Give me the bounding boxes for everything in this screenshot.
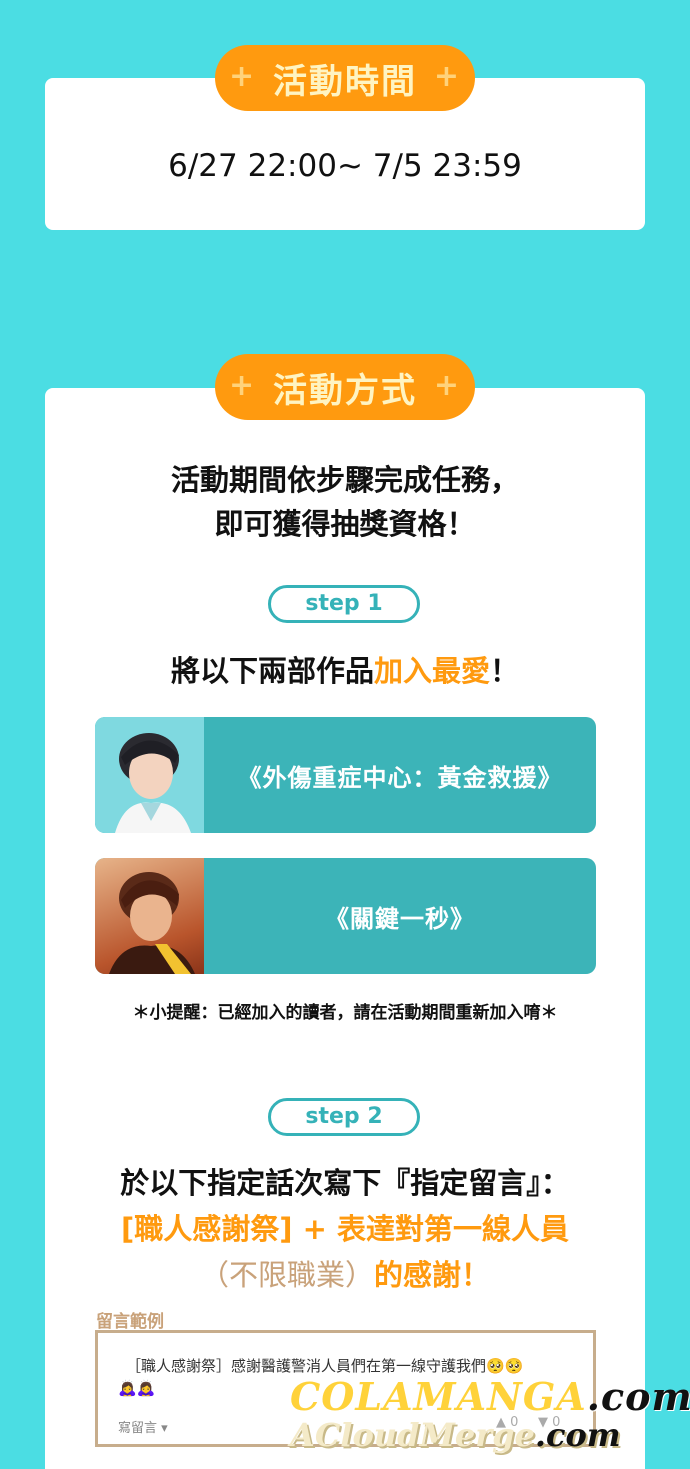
work-link-trauma-center[interactable]: 《外傷重症中心：黃金救援》 (95, 717, 596, 833)
example-comment-box: ［職人感謝祭］感謝醫護警消人員們在第一線守護我們🥺🥺 🙇‍♀️🙇‍♀️ 寫留言 … (95, 1330, 596, 1447)
dislike-count[interactable]: ▼ 0 (538, 1415, 560, 1430)
step2-line2: [職人感謝祭] + 表達對第一線人員 (121, 1212, 569, 1246)
thumbs-up-icon: ▲ (496, 1415, 506, 1430)
event-time-value: 6/27 22:00~ 7/5 23:59 (168, 148, 522, 184)
step2-line3-highlight: 的感謝！ (374, 1258, 491, 1292)
example-comment-text: ［職人感謝祭］感謝醫護警消人員們在第一線守護我們🥺🥺 (126, 1357, 524, 1375)
event-intro: 活動期間依步驟完成任務， 即可獲得抽獎資格！ (0, 458, 690, 546)
step1-heading-highlight: 加入最愛 (373, 654, 490, 688)
work-link-key-second[interactable]: 《關鍵一秒》 (95, 858, 596, 974)
event-intro-line2: 即可獲得抽獎資格！ (214, 507, 476, 541)
example-label: 留言範例 (96, 1312, 164, 1332)
step2-badge: step 2 (268, 1098, 420, 1136)
write-comment-button[interactable]: 寫留言 ▾ (118, 1417, 168, 1436)
dislike-count-value: 0 (552, 1415, 561, 1430)
step1-heading-suffix: ！ (490, 654, 520, 688)
plus-icon: + (229, 59, 257, 94)
event-method-title-pill: + 活動方式 + (215, 354, 475, 420)
work-cover-thumbnail (95, 717, 204, 833)
work-cover-thumbnail (95, 858, 204, 974)
step2-line3: （不限職業）的感謝！ (0, 1252, 690, 1298)
step1-badge: step 1 (268, 585, 420, 623)
step2-line1: 於以下指定話次寫下『指定留言』： (120, 1166, 570, 1200)
step1-heading-prefix: 將以下兩部作品 (170, 654, 374, 688)
work-title: 《關鍵一秒》 (325, 904, 475, 933)
work-title: 《外傷重症中心：黃金救援》 (237, 763, 563, 792)
example-comment-emoji: 🙇‍♀️🙇‍♀️ (118, 1379, 156, 1397)
step1-heading: 將以下兩部作品加入最愛！ (0, 648, 690, 690)
like-count[interactable]: ▲ 0 (496, 1415, 518, 1430)
event-time-title: 活動時間 (273, 61, 417, 102)
event-time-title-pill: + 活動時間 + (215, 45, 475, 111)
event-intro-line1: 活動期間依步驟完成任務， (170, 463, 519, 497)
step2-line3-note: （不限職業） (199, 1258, 374, 1292)
event-method-title: 活動方式 (273, 370, 417, 411)
reminder-note: ＊小提醒：已經加入的讀者，請在活動期間重新加入唷＊ (132, 1003, 558, 1023)
plus-icon: + (433, 368, 461, 403)
step2-instructions: 於以下指定話次寫下『指定留言』： [職人感謝祭] + 表達對第一線人員 （不限職… (0, 1160, 690, 1298)
plus-icon: + (433, 59, 461, 94)
plus-icon: + (229, 368, 257, 403)
thumbs-down-icon: ▼ (538, 1415, 548, 1430)
like-count-value: 0 (510, 1415, 519, 1430)
